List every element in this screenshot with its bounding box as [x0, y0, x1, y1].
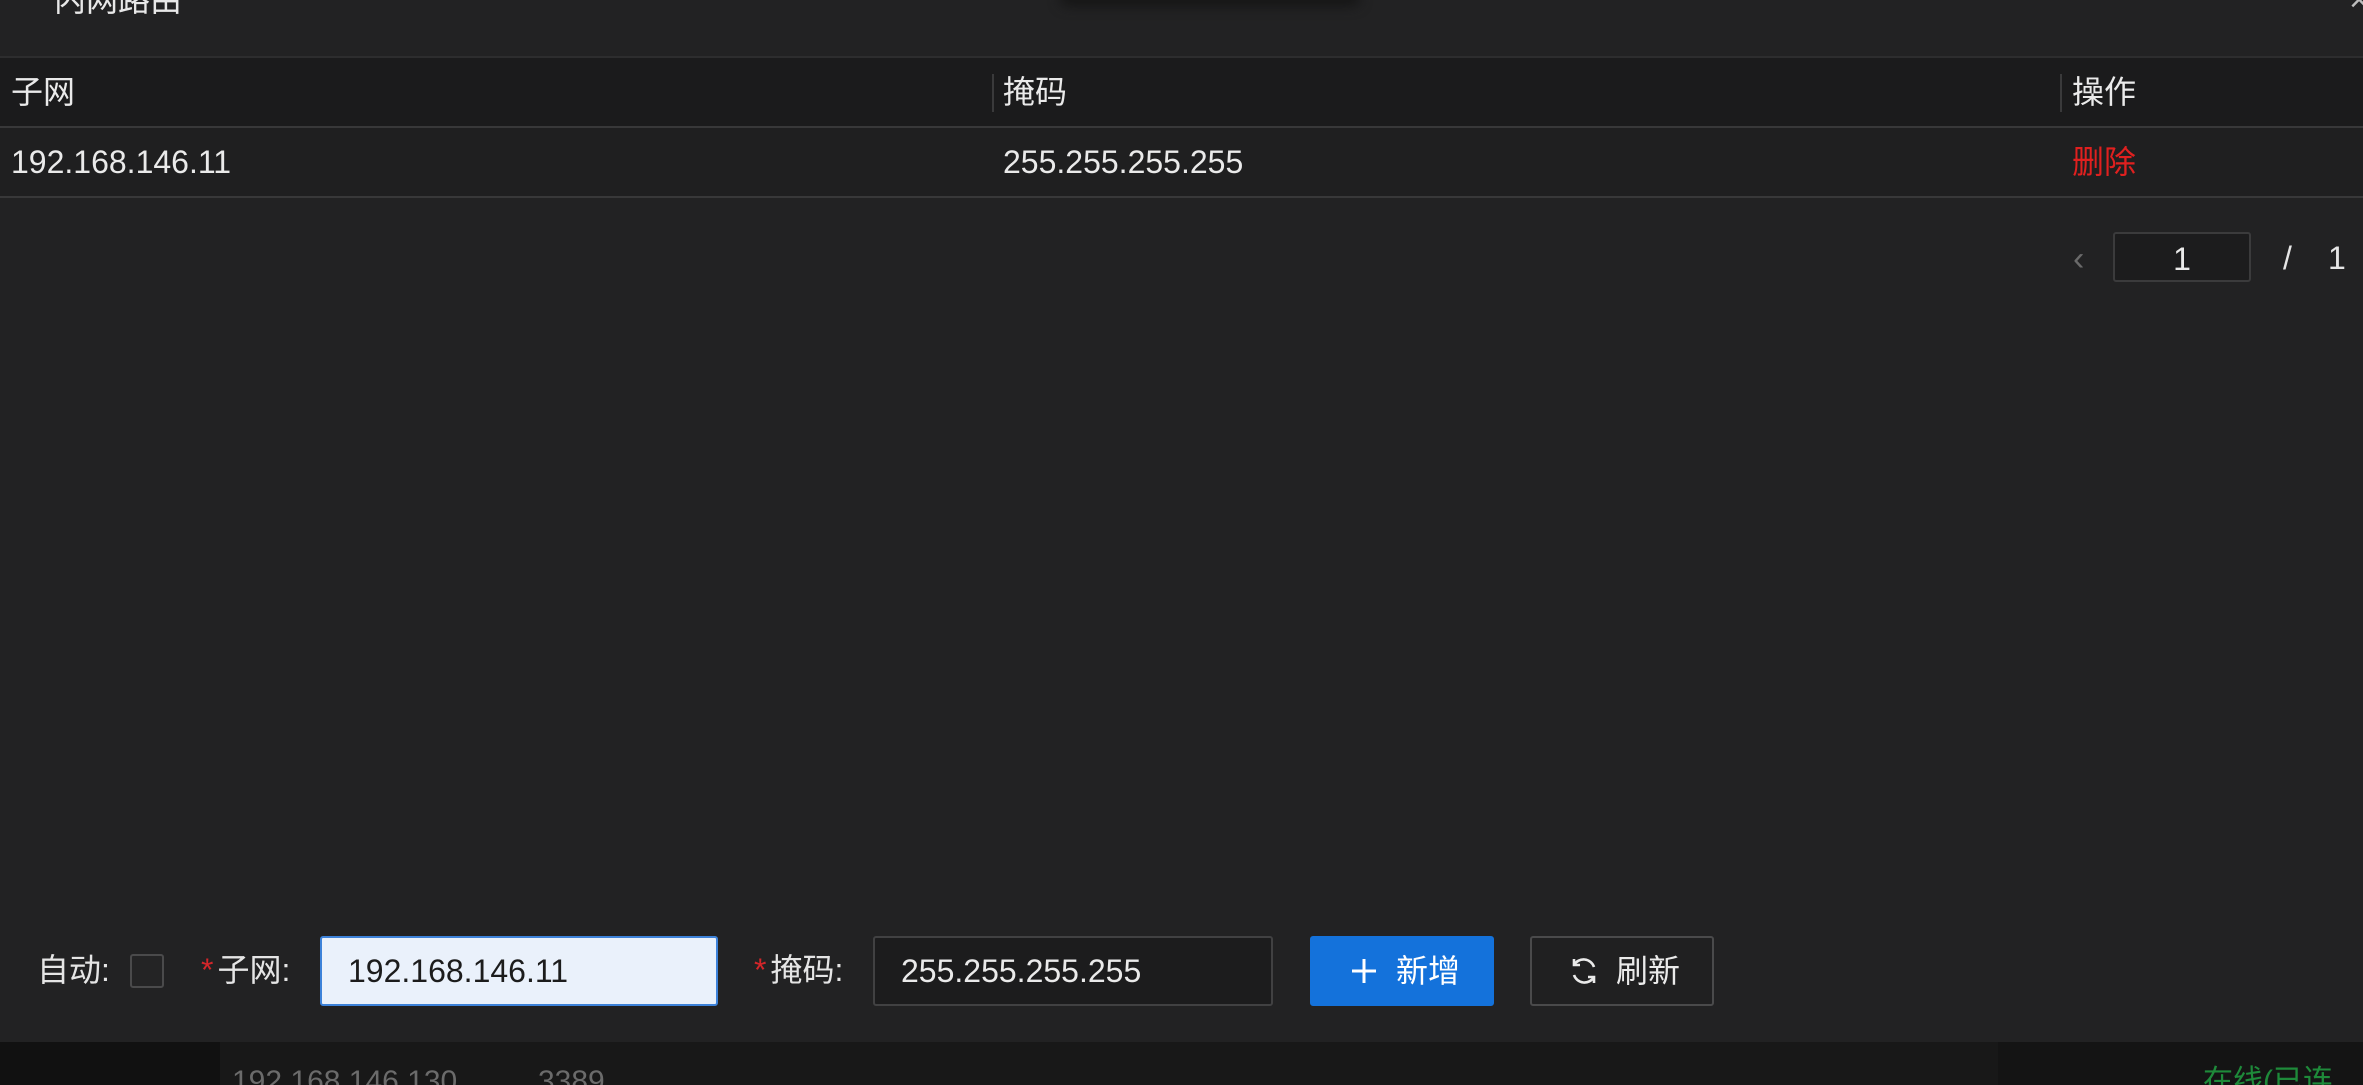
page-separator: /: [2283, 240, 2292, 276]
background-sidebar: [0, 1042, 220, 1085]
header-operation: 操作: [2072, 74, 2137, 110]
add-button-label: 新增: [1396, 953, 1461, 989]
screen: 内网路由 × 子网 掩码 操作 192.168.146.11 255.255.2…: [0, 0, 2363, 1085]
auto-label: 自动:: [37, 952, 110, 988]
delete-link[interactable]: 删除: [2072, 128, 2136, 196]
pagination: ‹ 1 / 1: [2073, 232, 2363, 286]
required-mark: *: [201, 952, 214, 988]
route-table: 子网 掩码 操作 192.168.146.11 255.255.255.255 …: [0, 58, 2363, 198]
page-total: 1: [2328, 240, 2346, 276]
title-shadow: [1060, 0, 1360, 6]
mask-input[interactable]: 255.255.255.255: [873, 936, 1273, 1006]
background-row-port: 3389: [538, 1065, 605, 1085]
background-status-column: 在线(已连: [1998, 1042, 2363, 1085]
subnet-input[interactable]: 192.168.146.11: [320, 936, 718, 1006]
row-mask: 255.255.255.255: [1003, 144, 1244, 180]
route-form: 自动: * 子网: 192.168.146.11 * 掩码: 255.255.255…: [0, 934, 2363, 1008]
subnet-label: * 子网:: [201, 948, 290, 992]
close-icon[interactable]: ×: [2349, 0, 2363, 20]
refresh-button[interactable]: 刷新: [1530, 936, 1714, 1006]
route-dialog: 内网路由 × 子网 掩码 操作 192.168.146.11 255.255.2…: [0, 0, 2363, 1042]
column-divider[interactable]: [2060, 74, 2062, 112]
background-row-status: 在线(已连: [2203, 1065, 2333, 1085]
plus-icon: [1346, 938, 1382, 1004]
background-page-strip: 192.168.146.130 3389 在线(已连: [0, 1042, 2363, 1085]
refresh-button-label: 刷新: [1616, 953, 1681, 989]
chevron-left-icon[interactable]: ‹: [2073, 240, 2084, 278]
subnet-label-text: 子网:: [217, 952, 291, 988]
background-row-ip: 192.168.146.130: [232, 1065, 458, 1085]
row-subnet: 192.168.146.11: [11, 144, 232, 180]
column-divider[interactable]: [992, 74, 994, 112]
required-mark: *: [754, 952, 767, 988]
dialog-title: 内网路由: [54, 0, 183, 18]
refresh-icon: [1566, 938, 1602, 1004]
add-button[interactable]: 新增: [1310, 936, 1494, 1006]
table-header: 子网 掩码 操作: [0, 58, 2363, 128]
mask-label: * 掩码:: [754, 948, 843, 992]
table-row: 192.168.146.11 255.255.255.255 删除: [0, 128, 2363, 198]
header-subnet: 子网: [11, 74, 76, 110]
mask-label-text: 掩码:: [770, 952, 844, 988]
header-mask: 掩码: [1003, 74, 1068, 110]
auto-checkbox[interactable]: [130, 954, 164, 988]
page-number-input[interactable]: 1: [2113, 232, 2251, 282]
